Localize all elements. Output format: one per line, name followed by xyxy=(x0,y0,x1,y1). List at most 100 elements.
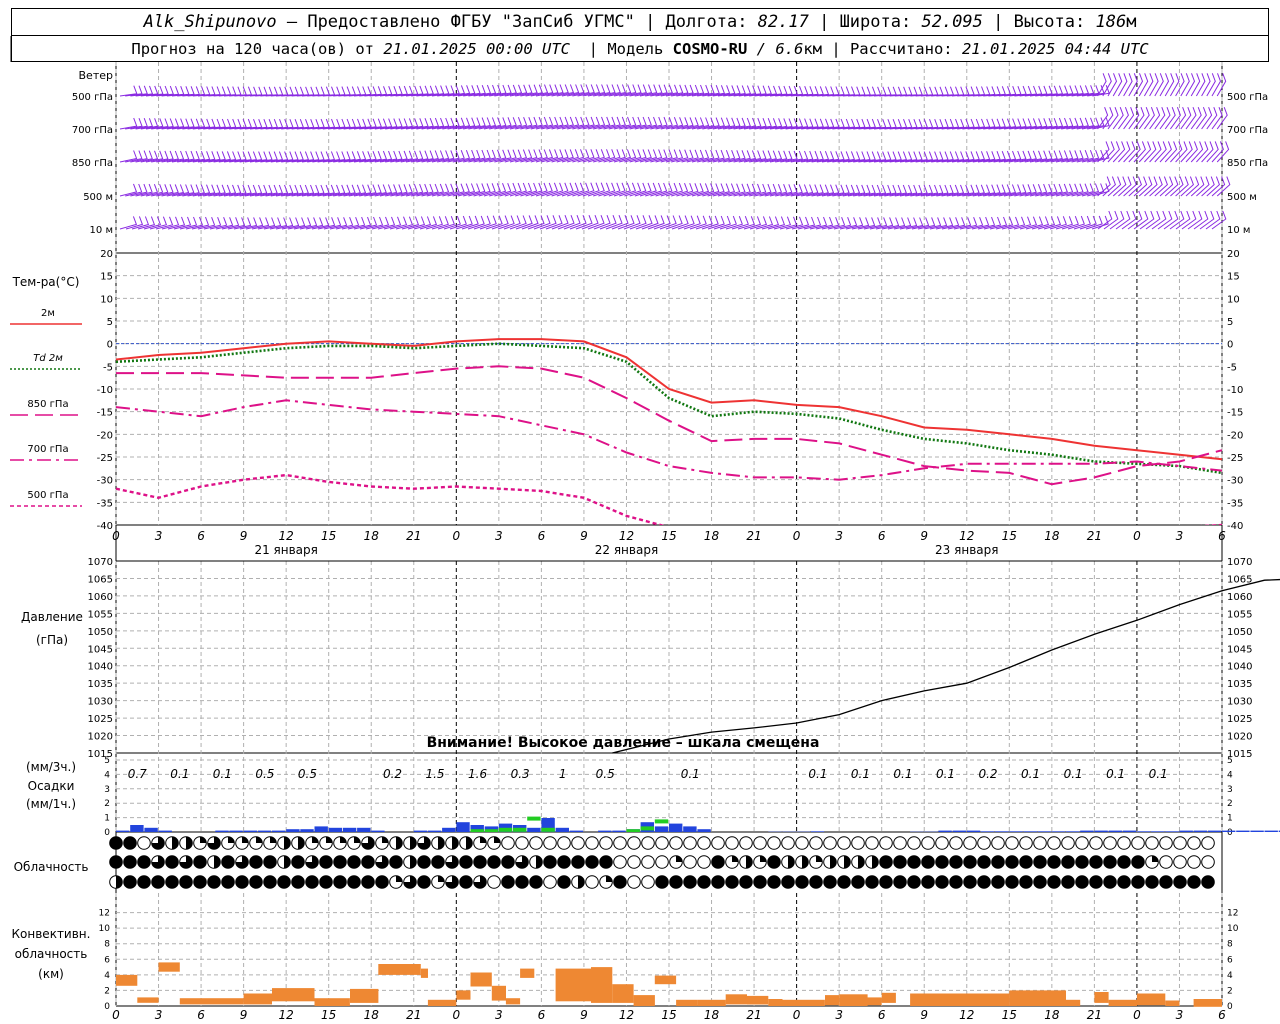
cloud-cell xyxy=(977,836,991,850)
precip-bar xyxy=(966,830,981,832)
precip-3h-total: 0.5 xyxy=(596,767,615,781)
pres-ytick-right: 1025 xyxy=(1227,714,1252,725)
cloud-cell xyxy=(991,836,1005,850)
precip-bar xyxy=(980,831,995,832)
cloud-cell-fill xyxy=(438,836,445,850)
cloud-cell-fill xyxy=(214,855,221,869)
time-tick-label: 12 xyxy=(959,529,974,543)
cloud-cell xyxy=(249,875,263,889)
cloud-cell xyxy=(781,836,795,850)
pres-ytick-left: 1035 xyxy=(88,679,113,690)
precip-3h-total: 0.1 xyxy=(808,767,827,781)
cloud-cell xyxy=(725,836,739,850)
precip-3h-total: 0.1 xyxy=(681,767,700,781)
temp-legend-label: 700 гПа xyxy=(27,444,68,455)
wind-panel-title: Ветер xyxy=(79,69,113,82)
precip-bar xyxy=(683,826,697,832)
cloud-cell-fill xyxy=(410,855,417,869)
cloud-cell xyxy=(599,836,613,850)
cloud-cell xyxy=(1159,836,1173,850)
wind-barb xyxy=(1190,141,1204,163)
cloud-cell xyxy=(305,875,319,889)
cloud-cell xyxy=(879,836,893,850)
precip-bar xyxy=(527,827,541,832)
time-tick-label-bottom: 6 xyxy=(1218,1008,1226,1022)
convective-bar xyxy=(1009,990,1066,1006)
wind-barb xyxy=(1196,176,1210,197)
wind-barb xyxy=(1180,176,1194,197)
pres-ytick-right: 1050 xyxy=(1227,627,1252,638)
cloud-cell xyxy=(1103,875,1117,889)
conv-ytick-left: 0 xyxy=(104,1002,110,1012)
wind-barb xyxy=(1201,107,1213,130)
precip-3h-total: 0.2 xyxy=(978,767,997,781)
cloud-cell xyxy=(109,836,123,850)
cloud-cell xyxy=(389,855,403,869)
cloud-cell xyxy=(767,836,781,850)
precip-3h-total: 0.5 xyxy=(255,767,274,781)
cloud-cell xyxy=(1047,836,1061,850)
cloud-cell xyxy=(711,855,725,869)
pres-axis-unit: (гПа) xyxy=(36,633,68,647)
precip-bar xyxy=(456,822,470,832)
cloud-cell-fill xyxy=(354,836,361,843)
temp-ytick-right: 20 xyxy=(1227,249,1240,260)
cloud-cell xyxy=(921,855,935,869)
cloud-cell xyxy=(291,855,305,869)
wind-barb xyxy=(1211,176,1226,197)
time-tick-label: 18 xyxy=(704,529,720,543)
precip-bar-snow xyxy=(626,829,640,832)
conv-ytick-right: 8 xyxy=(1227,940,1233,950)
pres-ytick-left: 1050 xyxy=(88,627,113,638)
cloud-cell-fill xyxy=(746,855,753,869)
prec-ytick-right: 3 xyxy=(1227,785,1233,795)
cloud-cell-fill xyxy=(382,836,389,843)
pres-ytick-left: 1060 xyxy=(88,592,113,603)
prec-unit-3h: (мм/3ч.) xyxy=(26,760,76,774)
cloud-cell-fill xyxy=(270,836,277,843)
cloud-cell xyxy=(1075,875,1089,889)
temp-legend-label: 850 гПа xyxy=(27,399,68,410)
precip-bar-snow xyxy=(640,826,654,831)
precip-bar xyxy=(1094,830,1108,832)
conv-ytick-right: 0 xyxy=(1227,1002,1233,1012)
precip-3h-total: 0.1 xyxy=(893,767,912,781)
convective-bar xyxy=(1066,999,1081,1006)
cloud-cell xyxy=(697,875,711,889)
conv-ytick-left: 10 xyxy=(99,924,111,934)
precip-bar xyxy=(1165,831,1179,832)
cloud-cell-fill xyxy=(340,836,347,843)
wind-barb xyxy=(1169,107,1181,130)
convective-bar xyxy=(633,995,655,1006)
convective-bar xyxy=(782,999,825,1006)
cloud-cell xyxy=(921,836,935,850)
precip-bar xyxy=(328,827,343,832)
time-tick-label-bottom: 15 xyxy=(321,1008,336,1022)
temp-ytick-left: -40 xyxy=(97,521,113,532)
cloud-cell xyxy=(627,855,641,869)
cloud-cell xyxy=(375,875,389,889)
temp-ytick-left: -35 xyxy=(97,498,113,509)
day-label: 23 января xyxy=(935,543,998,557)
wind-barb xyxy=(1149,176,1163,197)
cloud-cell xyxy=(361,875,375,889)
cloud-cell xyxy=(1005,855,1019,869)
cloud-cell xyxy=(347,875,361,889)
temp-legend-label: 2м xyxy=(41,308,55,319)
wind-barb xyxy=(1138,141,1152,163)
pres-ytick-right: 1060 xyxy=(1227,592,1252,603)
cloud-cell xyxy=(893,855,907,869)
wind-barb xyxy=(1175,107,1187,130)
time-tick-label: 3 xyxy=(495,529,503,543)
cloud-cell xyxy=(725,875,739,889)
precip-bar-snow xyxy=(470,829,484,832)
cloud-cell-fill xyxy=(760,855,767,862)
cloud-cell xyxy=(809,875,823,889)
wind-barb xyxy=(1159,176,1174,197)
cloud-cell xyxy=(165,855,179,869)
cloud-cell xyxy=(907,855,921,869)
temp-ytick-left: -15 xyxy=(97,408,113,419)
time-tick-label-bottom: 3 xyxy=(1176,1008,1184,1022)
cloud-cell-fill xyxy=(116,875,123,889)
time-tick-label: 18 xyxy=(364,529,380,543)
